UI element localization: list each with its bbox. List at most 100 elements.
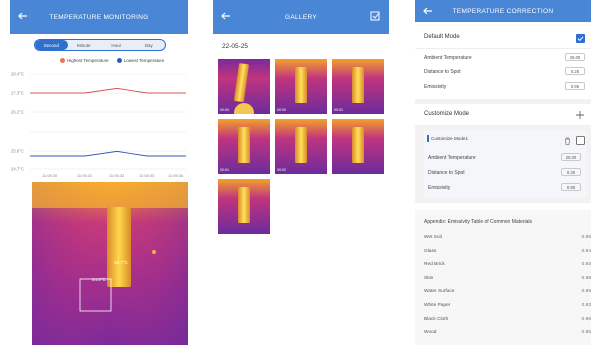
customize-mode-label: Customize Mode (424, 111, 470, 117)
default-mode-label: Default Mode (424, 34, 460, 40)
material-name: Wet Soil (424, 235, 442, 240)
gallery-thumbnail[interactable] (218, 179, 270, 234)
trash-icon[interactable] (564, 137, 571, 145)
thumbnail-timestamp: 00:01 (220, 168, 229, 172)
material-name: White Paper (424, 303, 451, 308)
emissivity-value: 0.95 (581, 235, 591, 240)
default-distance-label: Distance to Spot (424, 68, 461, 75)
chart-legend: Highest Temperature Lowest Temperature (60, 58, 165, 64)
emissivity-row: Black Cloth 0.98 (424, 317, 591, 322)
emissivity-value: 0.93 (581, 262, 591, 268)
material-name: Red Brick (424, 262, 445, 268)
gallery-thumbnail[interactable]: 00:02 (275, 119, 327, 174)
default-distance-value[interactable]: 0.25 (565, 67, 585, 75)
tab-hour[interactable]: Hour (100, 40, 133, 50)
spot-high-label: 28.7°C (114, 260, 129, 265)
select-checkbox-icon[interactable] (369, 10, 381, 22)
customize-mode-row: Customize Mode (424, 111, 591, 117)
custom-ambient-value[interactable]: 25.00 (561, 153, 581, 161)
app-bar: TEMPERATURE MONITORING (10, 0, 188, 34)
legend-lowest: Lowest Temperature (116, 58, 165, 64)
x-tick-label: 11:05:33 (139, 173, 155, 178)
x-tick-label: 11:05:34 (168, 173, 184, 178)
material-name: Black Cloth (424, 316, 449, 322)
emissivity-row: Wet Soil 0.95 (424, 235, 591, 240)
material-name: Wood (424, 330, 437, 336)
emissivity-value: 0.95 (581, 289, 591, 295)
temperature-monitoring-screen: TEMPERATURE MONITORING Second Minute Hou… (10, 0, 188, 345)
default-mode-checkbox[interactable] (576, 34, 585, 43)
y-tick-label: 24.7°C (11, 167, 24, 172)
spot-low-label: 24.8°C (92, 277, 107, 282)
emissivity-row: Wood 0.85 (424, 330, 591, 335)
emissivity-row: Glass 0.94 (424, 249, 591, 254)
emissivity-row: White Paper 0.93 (424, 303, 591, 308)
page-title: TEMPERATURE CORRECTION (452, 7, 554, 15)
emissivity-row: Water Surface 0.95 (424, 289, 591, 294)
tab-minute[interactable]: Minute (68, 40, 101, 50)
custom-ambient-label: Ambient Temperature (428, 154, 476, 161)
default-ambient-label: Ambient Temperature (424, 54, 472, 61)
thumbnail-timestamp: 00:00 (220, 108, 229, 112)
tab-second[interactable]: Second (35, 40, 68, 50)
default-emissivity-value[interactable]: 0.95 (565, 82, 585, 90)
emissivity-row: Red Brick 0.93 (424, 262, 591, 267)
app-bar: TEMPERATURE CORRECTION (415, 0, 591, 22)
custom-emissivity-label: Emissivity (428, 184, 451, 191)
material-name: Water Surface (424, 289, 455, 295)
emissivity-value: 0.85 (581, 330, 591, 336)
add-mode-icon[interactable] (575, 110, 585, 120)
emissivity-value: 0.94 (581, 248, 591, 254)
highest-temperature-line (30, 87, 186, 94)
tab-day[interactable]: Day (133, 40, 166, 50)
thermal-camera-view: 28.7°C 24.8°C (32, 182, 188, 345)
custom-distance-value[interactable]: 0.25 (561, 168, 581, 176)
emissivity-value: 0.98 (581, 316, 591, 322)
default-mode-row: Default Mode (424, 34, 591, 40)
back-arrow-icon[interactable] (422, 5, 434, 17)
temperature-correction-screen: TEMPERATURE CORRECTION Default Mode Ambi… (415, 0, 591, 345)
temperature-chart-svg: 28.4°C 27.3°C 26.2°C 25.8°C 24.7°C 11:05:30 11… (11, 72, 186, 178)
back-arrow-icon[interactable] (220, 10, 232, 22)
emissivity-row: Skin 0.98 (424, 276, 591, 281)
gallery-thumbnail[interactable]: 00:01 (218, 119, 270, 174)
lowest-dot-icon (116, 58, 122, 64)
page-title: GALLERY (285, 13, 317, 21)
page-title: TEMPERATURE MONITORING (49, 13, 149, 21)
emissivity-value: 0.98 (581, 275, 591, 281)
custom-card-title: Customize Mode1 (431, 136, 469, 141)
y-tick-label: 28.4°C (11, 72, 24, 77)
legend-lowest-label: Lowest Temperature (123, 58, 165, 63)
time-range-segmented-control: Second Minute Hour Day (34, 39, 166, 51)
lowest-temperature-line (30, 150, 186, 157)
gallery-thumbnail[interactable] (332, 119, 384, 174)
default-emissivity-label: Emissivity (424, 83, 447, 90)
material-name: Skin (424, 275, 434, 281)
y-tick-label: 27.3°C (11, 91, 24, 96)
thumbnail-timestamp: 00:02 (277, 168, 286, 172)
y-tick-label: 25.8°C (11, 149, 24, 154)
legend-highest: Highest Temperature (60, 58, 109, 64)
gallery-thumbnail[interactable]: 00:00 (218, 59, 270, 114)
y-tick-label: 26.2°C (11, 110, 24, 115)
gallery-date-header: 22-05-25 (222, 43, 249, 50)
highest-dot-icon (60, 58, 65, 64)
x-tick-label: 11:05:30 (42, 173, 58, 178)
x-tick-label: 11:05:31 (77, 173, 93, 178)
thumbnail-timestamp: 00:00 (277, 108, 286, 112)
emissivity-value: 0.93 (581, 303, 591, 308)
gallery-thumbnail[interactable]: 00:00 (275, 59, 327, 114)
x-tick-label: 11:05:32 (109, 173, 125, 178)
appendix-title: Appendix: Emissivity Table of Common Mat… (424, 219, 533, 225)
back-arrow-icon[interactable] (17, 10, 29, 22)
gallery-thumbnail[interactable]: 00:01 (332, 59, 384, 114)
material-name: Glass (424, 248, 437, 254)
legend-highest-label: Highest Temperature (67, 58, 109, 63)
thumbnail-timestamp: 00:01 (334, 108, 343, 112)
gallery-screen: GALLERY 22-05-25 00:00 00:00 00:01 00:01 00:… (213, 0, 389, 345)
default-ambient-value[interactable]: 25.00 (565, 53, 585, 61)
custom-emissivity-value[interactable]: 0.95 (561, 183, 581, 191)
custom-mode-checkbox[interactable] (576, 136, 585, 145)
custom-distance-label: Distance to Spot (428, 169, 465, 176)
app-bar: GALLERY (213, 0, 389, 34)
